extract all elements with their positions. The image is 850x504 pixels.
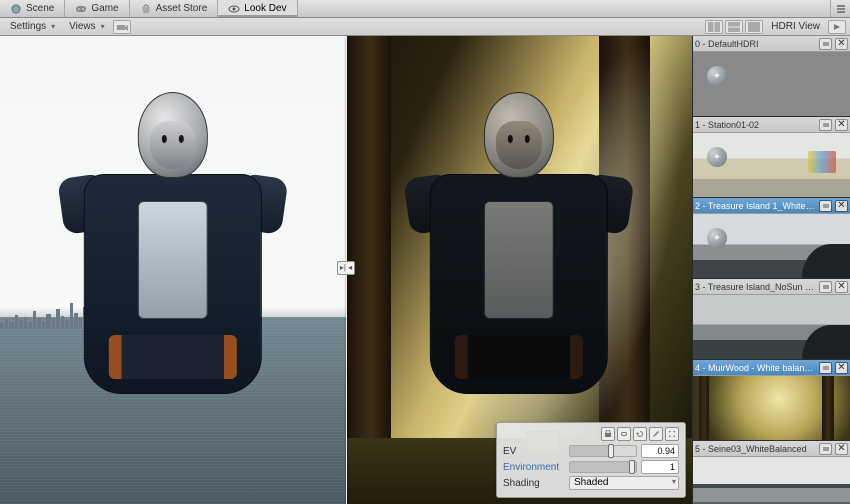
hdri-item-header[interactable]: 3 - Treasure Island_NoSun - WhiteBalance…	[693, 279, 850, 295]
lookdev-icon	[228, 3, 240, 15]
hdri-item[interactable]: 3 - Treasure Island_NoSun - WhiteBalance…	[693, 279, 850, 360]
hdri-remove-icon[interactable]: ✕	[835, 38, 848, 50]
tab-asset-label: Asset Store	[156, 3, 208, 14]
side-by-side-button[interactable]	[725, 20, 743, 34]
hdri-item[interactable]: 2 - Treasure Island 1_White balanced ✕ ✦	[693, 198, 850, 279]
hdri-thumbnail[interactable]: ✦	[693, 133, 850, 197]
environment-label[interactable]: Environment	[503, 462, 565, 473]
settings-dropdown[interactable]: Settings	[4, 21, 61, 32]
window-tabs: Scene Game Asset Store Look Dev	[0, 0, 850, 18]
app-root: Scene Game Asset Store Look Dev Settings	[0, 0, 850, 504]
hdri-remove-icon[interactable]: ✕	[835, 443, 848, 455]
hdri-preview-sphere-icon: ✦	[707, 147, 727, 167]
hdri-item-title: 4 - MuirWood - White balanced	[695, 363, 816, 373]
overlay-edit-icon[interactable]	[649, 427, 663, 441]
ev-slider[interactable]	[569, 445, 637, 457]
hdri-options-icon[interactable]	[819, 362, 832, 374]
split-mode-button[interactable]	[705, 20, 723, 34]
hdri-thumbnail[interactable]: ✦	[693, 52, 850, 116]
hdri-item-title: 3 - Treasure Island_NoSun - WhiteBalance…	[695, 282, 816, 292]
viewport[interactable]: EV 0.94 Environment 1 Shad	[0, 36, 692, 504]
tab-game-label: Game	[91, 3, 118, 14]
hdri-options-icon[interactable]	[819, 200, 832, 212]
window-menu-button[interactable]	[830, 0, 850, 17]
overlay-expand-icon[interactable]	[665, 427, 679, 441]
hdri-item-header[interactable]: 4 - MuirWood - White balanced ✕	[693, 360, 850, 376]
ev-value-field[interactable]: 0.94	[641, 444, 679, 458]
game-icon	[75, 3, 87, 15]
tab-scene[interactable]: Scene	[0, 0, 65, 17]
settings-label: Settings	[10, 21, 46, 32]
hdri-remove-icon[interactable]: ✕	[835, 200, 848, 212]
hdri-options-icon[interactable]	[819, 281, 832, 293]
hdri-item-header[interactable]: 0 - DefaultHDRI ✕	[693, 36, 850, 52]
scene-icon	[10, 3, 22, 15]
single-view-button[interactable]	[745, 20, 763, 34]
tab-game[interactable]: Game	[65, 0, 129, 17]
tab-lookdev-label: Look Dev	[244, 3, 286, 14]
split-handle[interactable]: ▸| ◂	[337, 261, 355, 275]
hdri-remove-icon[interactable]: ✕	[835, 362, 848, 374]
hdri-preview-sphere-icon: ✦	[707, 66, 727, 86]
hdri-item[interactable]: 4 - MuirWood - White balanced ✕	[693, 360, 850, 441]
camera-sync-button[interactable]	[113, 20, 131, 34]
environment-slider[interactable]	[569, 461, 637, 473]
hdri-item-title: 1 - Station01-02	[695, 120, 816, 130]
exposure-overlay-panel: EV 0.94 Environment 1 Shad	[496, 422, 686, 498]
hdri-item-header[interactable]: 1 - Station01-02 ✕	[693, 117, 850, 133]
hdri-item[interactable]: 5 - Seine03_WhiteBalanced ✕	[693, 441, 850, 504]
hdri-view-label: HDRI View	[765, 21, 826, 32]
overlay-link-icon[interactable]	[617, 427, 631, 441]
hdri-item-title: 2 - Treasure Island 1_White balanced	[695, 201, 816, 211]
asset-store-icon	[140, 3, 152, 15]
hdri-options-icon[interactable]	[819, 443, 832, 455]
skyline-bg	[0, 284, 346, 329]
hdri-preview-sphere-icon: ✦	[707, 228, 727, 248]
environment-value-field[interactable]: 1	[641, 460, 679, 474]
hdri-thumbnail[interactable]: ✦	[693, 214, 850, 278]
hdri-thumbnail[interactable]	[693, 295, 850, 359]
shading-label: Shading	[503, 478, 565, 489]
hdri-panel-toggle[interactable]	[828, 20, 846, 34]
views-label: Views	[69, 21, 96, 32]
viewport-pane-right[interactable]: EV 0.94 Environment 1 Shad	[346, 36, 692, 504]
hdri-item-title: 5 - Seine03_WhiteBalanced	[695, 444, 816, 454]
viewport-pane-left[interactable]	[0, 36, 346, 504]
overlay-reset-icon[interactable]	[633, 427, 647, 441]
overlay-lock-icon[interactable]	[601, 427, 615, 441]
hdri-panel: 0 - DefaultHDRI✕✦1 - Station01-02✕✦2 - T…	[692, 36, 850, 504]
tab-asset-store[interactable]: Asset Store	[130, 0, 219, 17]
hdri-item-title: 0 - DefaultHDRI	[695, 39, 816, 49]
hdri-thumbnail[interactable]	[693, 376, 850, 440]
hdri-remove-icon[interactable]: ✕	[835, 119, 848, 131]
hdri-item-header[interactable]: 5 - Seine03_WhiteBalanced ✕	[693, 441, 850, 457]
lookdev-toolbar: Settings Views HDRI View	[0, 18, 850, 36]
tab-scene-label: Scene	[26, 3, 54, 14]
hdri-item[interactable]: 0 - DefaultHDRI ✕ ✦	[693, 36, 850, 117]
shading-dropdown[interactable]: Shaded	[569, 476, 679, 490]
views-dropdown[interactable]: Views	[63, 21, 111, 32]
hdri-remove-icon[interactable]: ✕	[835, 281, 848, 293]
water-bg	[0, 317, 346, 504]
ev-label: EV	[503, 446, 565, 457]
hdri-options-icon[interactable]	[819, 119, 832, 131]
hdri-thumbnail[interactable]	[693, 457, 850, 504]
shading-value: Shaded	[574, 477, 608, 488]
hdri-item[interactable]: 1 - Station01-02 ✕ ✦	[693, 117, 850, 198]
hdri-item-header[interactable]: 2 - Treasure Island 1_White balanced ✕	[693, 198, 850, 214]
body: EV 0.94 Environment 1 Shad	[0, 36, 850, 504]
hdri-options-icon[interactable]	[819, 38, 832, 50]
tab-look-dev[interactable]: Look Dev	[218, 0, 297, 17]
